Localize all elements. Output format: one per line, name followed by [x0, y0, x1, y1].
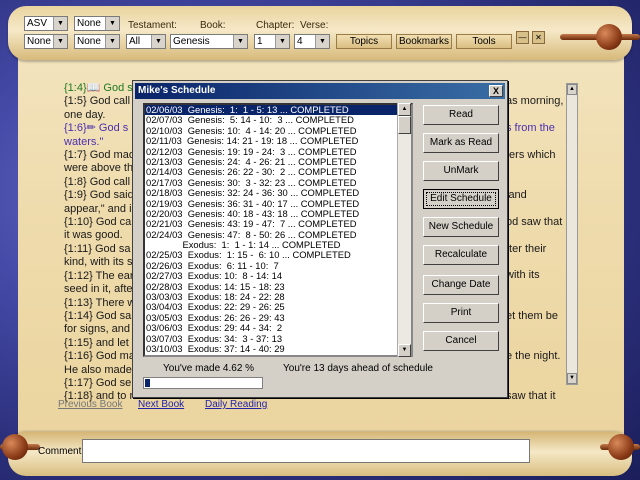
ahead-of-schedule-text: You're 13 days ahead of schedule: [283, 363, 433, 374]
scroll-thumb[interactable]: [398, 116, 411, 134]
chevron-down-icon: ▼: [315, 35, 329, 48]
verse-label: Verse:: [300, 20, 329, 31]
scroll-down-arrow-icon[interactable]: ▼: [398, 344, 411, 357]
change-date-button[interactable]: Change Date: [423, 275, 499, 295]
chapter-select[interactable]: 1 ▼: [254, 34, 290, 49]
minimize-button[interactable]: —: [516, 31, 529, 44]
schedule-scrollbar[interactable]: ▲ ▼: [397, 103, 411, 357]
verse-line: od saw that: [506, 215, 563, 228]
verse-line: [506, 377, 568, 390]
verse-line: [506, 283, 568, 296]
verse-text-right: as morning, s from the ters which land od sa…: [506, 82, 568, 403]
progress-bar: [143, 377, 263, 389]
testament-select[interactable]: All ▼: [126, 34, 166, 49]
verse-line: [506, 363, 568, 376]
scroll-up-arrow-icon[interactable]: ▲: [567, 84, 577, 95]
verse-line: land: [506, 189, 527, 202]
chevron-down-icon: ▼: [53, 17, 67, 30]
verse-line: et them be: [506, 309, 558, 322]
testament-label: Testament:: [128, 20, 177, 31]
daily-reading-link[interactable]: Daily Reading: [205, 399, 267, 410]
read-button[interactable]: Read: [423, 105, 499, 125]
topics-button[interactable]: Topics: [336, 34, 392, 49]
previous-book-link[interactable]: Previous Book: [58, 399, 122, 410]
dialog-title: Mike's Schedule: [135, 83, 505, 99]
mark-as-read-button[interactable]: Mark as Read: [423, 133, 499, 153]
print-button[interactable]: Print: [423, 303, 499, 323]
chapter-label: Chapter:: [256, 20, 295, 31]
verse-scrollbar[interactable]: ▲ ▼: [566, 83, 578, 385]
verse-line: [506, 296, 568, 309]
verse-line: [506, 136, 568, 149]
verse-line: [506, 256, 568, 269]
scroll-knob-right: [596, 24, 622, 50]
verse-line: with its: [506, 269, 540, 282]
verse-line: [506, 336, 568, 349]
filter-select-2[interactable]: None ▼: [24, 34, 68, 49]
edit-schedule-button[interactable]: Edit Schedule: [423, 189, 499, 209]
schedule-dialog: Mike's Schedule X 02/06/03 Genesis: 1: 1…: [132, 80, 508, 398]
scroll-knob-bottom-right: [608, 434, 634, 460]
verse-line: [506, 176, 568, 189]
progress-text: You've made 4.62 %: [163, 363, 255, 374]
scroll-up-arrow-icon[interactable]: ▲: [398, 103, 411, 116]
scroll-knob-left: [2, 434, 28, 460]
comment-field[interactable]: [82, 439, 530, 463]
chevron-down-icon: ▼: [233, 35, 247, 48]
schedule-row[interactable]: 02/11/03 Genesis: 14: 21 - 19: 18 ... CO…: [145, 135, 411, 146]
progress-bar-fill: [145, 379, 151, 387]
verse-line: [506, 323, 568, 336]
cancel-button[interactable]: Cancel: [423, 331, 499, 351]
new-schedule-button[interactable]: New Schedule: [423, 217, 499, 237]
comment-label: Comment:: [38, 446, 85, 457]
chevron-down-icon: ▼: [151, 35, 165, 48]
verse-line: [506, 229, 568, 242]
verse-line: as morning,: [506, 95, 564, 108]
filter-select-3[interactable]: None ▼: [74, 34, 120, 49]
schedule-row[interactable]: 02/18/03 Genesis: 32: 24 - 36: 30 ... CO…: [145, 187, 411, 198]
schedule-row[interactable]: 03/10/03 Exodus: 37: 14 - 40: 29: [145, 343, 411, 354]
chevron-down-icon: ▼: [105, 35, 119, 48]
tools-button[interactable]: Tools: [456, 34, 512, 49]
verse-line: fter their: [506, 242, 547, 255]
filter-select-1[interactable]: None ▼: [74, 16, 120, 31]
book-select[interactable]: Genesis ▼: [170, 34, 248, 49]
book-label: Book:: [200, 20, 226, 31]
verse-select[interactable]: 4 ▼: [294, 34, 330, 49]
verse-line: [506, 82, 568, 95]
verse-line: [506, 109, 568, 122]
verse-line: [506, 162, 568, 175]
dialog-close-button[interactable]: X: [489, 85, 503, 97]
version-select[interactable]: ASV ▼: [24, 16, 68, 31]
chevron-down-icon: ▼: [53, 35, 67, 48]
next-book-link[interactable]: Next Book: [138, 399, 184, 410]
close-button[interactable]: ✕: [532, 31, 545, 44]
schedule-list[interactable]: 02/06/03 Genesis: 1: 1 - 5: 13 ... COMPL…: [143, 103, 413, 357]
scroll-down-arrow-icon[interactable]: ▼: [567, 373, 577, 384]
verse-line: s from the: [506, 122, 555, 135]
bookmarks-button[interactable]: Bookmarks: [396, 34, 452, 49]
verse-line: e the night.: [506, 349, 561, 362]
chevron-down-icon: ▼: [275, 35, 289, 48]
verse-line: saw that it: [506, 389, 556, 402]
verse-line: [506, 203, 568, 216]
unmark-button[interactable]: UnMark: [423, 161, 499, 181]
verse-line: ters which: [506, 148, 556, 161]
chevron-down-icon: ▼: [105, 17, 119, 30]
recalculate-button[interactable]: Recalculate: [423, 245, 499, 265]
